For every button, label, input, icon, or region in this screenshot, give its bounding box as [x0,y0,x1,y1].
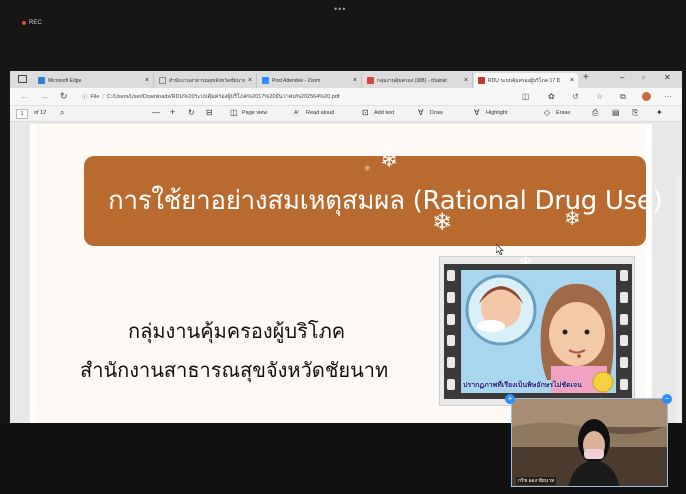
recording-indicator: REC [22,20,42,26]
add-text-button[interactable]: Add text [374,110,394,116]
save-as-icon[interactable]: ⎘ [632,108,638,118]
tab-label: กลุ่มงานคุ้มครอง (388) - chainat [377,77,447,84]
address-bar-row: ← → ↻ ⓘ File | C:/Users/User/Downloads/R… [10,88,682,106]
pin-icon[interactable]: ✦ [656,108,663,117]
pdf-page: ❄ ❄ ❄ ❄ การใช้ยาอย่างสมเหตุสมผล (Rationa… [30,124,663,423]
vertical-scrollbar[interactable] [676,177,681,423]
filmstrip: ปรากฏภาพที่เรียงเป็นพิษอักษรไม่ชัดเจน [444,264,632,399]
refresh-icon[interactable]: ↻ [60,91,68,102]
read-aloud-button[interactable]: Read aloud [306,110,334,116]
forward-icon[interactable]: → [40,91,49,101]
rotate-icon[interactable]: ↻ [188,108,195,117]
print-icon[interactable]: ⎙ [592,108,598,118]
collections-icon[interactable]: ⧉ [620,92,626,102]
cartoon-filmstrip-image: ❄ [439,253,635,406]
close-tab-icon[interactable]: × [353,77,357,84]
minimize-icon[interactable]: – [620,73,624,82]
address-field[interactable]: ⓘ File | C:/Users/User/Downloads/RDU%20ร… [82,91,512,103]
slide-title: การใช้ยาอย่างสมเหตุสมผล (Rational Drug U… [108,186,663,216]
self-video-feed [512,399,667,486]
refresh-page-icon[interactable]: ↺ [572,92,579,101]
tab-rdu-pdf[interactable]: RDU ระบบคุ้มครองผู้บริโภค 17 มี × [474,73,578,88]
film-holes-left [447,270,457,390]
maximize-icon[interactable]: ▫ [642,73,645,82]
zoom-window: REC ••• Microsoft Edge × สำนักงานสาธารณส… [0,0,686,494]
tab-zoom-post-attendee[interactable]: Post Attendee - Zoom × [258,73,362,88]
snowflake-icon: ❄ [380,148,399,173]
read-aloud-icon: A⁾ [294,110,300,116]
zoom-icon [262,77,269,84]
draw-button[interactable]: Draw [430,110,443,116]
edge-icon [38,77,45,84]
tab-microsoft-edge[interactable]: Microsoft Edge × [34,73,154,88]
zoom-top-bar: REC ••• [0,0,686,70]
url-text: C:/Users/User/Downloads/RDU%20ระบบคุ้มคร… [106,94,340,100]
recording-dot-icon [22,21,26,25]
back-icon[interactable]: ← [20,91,29,101]
profile-avatar[interactable] [642,92,651,101]
slide-subtitle-department: กลุ่มงานคุ้มครองผู้บริโภค [128,319,346,343]
info-icon: ⓘ [82,95,88,101]
cartoon-illustration: ปรากฏภาพที่เรียงเป็นพิษอักษรไม่ชัดเจน [461,270,616,393]
tab-label: RDU ระบบคุ้มครองผู้บริโภค 17 มี [488,77,560,84]
slide-subtitle-office: สำนักงานสาธารณสุขจังหวัดชัยนาท [80,358,389,382]
close-tab-icon[interactable]: × [145,77,149,84]
minimize-video-button[interactable]: − [662,394,672,404]
highlight-button[interactable]: Highlight [486,110,507,116]
new-tab-button[interactable]: + [583,72,589,83]
page-icon [159,77,166,84]
tab-label: Post Attendee - Zoom [272,77,321,84]
page-view-button[interactable]: Page view [242,110,267,116]
close-tab-icon[interactable]: × [570,77,574,84]
film-holes-right [620,270,630,390]
page-count: of 12 [34,110,47,116]
participant-name: กริช ลอง ชัยนาท [516,477,557,485]
draw-icon: ∀ [418,108,424,117]
tab-bar: Microsoft Edge × สำนักงานสาธารณสุขจังหวั… [10,71,682,88]
extensions-icon[interactable]: ✿ [548,92,555,101]
close-tab-icon[interactable]: × [464,77,468,84]
save-icon[interactable]: ▤ [612,108,620,117]
expand-video-button[interactable]: + [505,394,515,404]
image-caption: ปรากฏภาพที่เรียงเป็นพิษอักษรไม่ชัดเจน [463,382,582,389]
fit-page-icon[interactable]: ⊟ [206,108,213,117]
file-label: File [90,94,100,100]
pdf-toolbar: 1 of 12 ⌕ — + ↻ ⊟ ◫ Page view A⁾ Read al… [10,106,682,122]
search-icon[interactable]: ⌕ [60,108,64,118]
close-window-icon[interactable]: ✕ [664,73,671,82]
more-options-button[interactable]: ••• [334,4,346,14]
read-mode-icon[interactable]: ◫ [522,92,530,101]
zoom-in-icon[interactable]: + [170,107,175,117]
recording-label: REC [29,20,42,26]
snowflake-icon: ❄ [364,164,371,173]
window-menu-icon[interactable] [18,75,27,83]
favorites-icon[interactable]: ☆ [596,92,603,101]
gmail-icon [367,77,374,84]
pdf-viewer: ❄ ❄ ❄ ❄ การใช้ยาอย่างสมเหตุสมผล (Rationa… [10,122,682,423]
highlight-icon: ∀ [474,108,480,117]
mouse-cursor-icon [496,244,504,255]
erase-icon: ◇ [544,108,551,117]
cartoon-drawing [465,274,614,393]
pdf-icon [478,77,485,84]
zoom-out-icon[interactable]: — [152,108,160,117]
tab-label: สำนักงานสาธารณสุขจังหวัดชัยนาท [169,77,245,84]
separator: | [102,94,104,100]
shared-screen-browser: Microsoft Edge × สำนักงานสาธารณสุขจังหวั… [10,71,682,423]
title-banner: ❄ ❄ ❄ ❄ การใช้ยาอย่างสมเหตุสมผล (Rationa… [84,148,663,246]
tab-chainat-health-office[interactable]: สำนักงานสาธารณสุขจังหวัดชัยนาท × [155,73,257,88]
add-text-icon: ⊡ [362,108,369,117]
page-view-icon: ◫ [230,108,238,117]
erase-button[interactable]: Erase [556,110,570,116]
tab-gmail[interactable]: กลุ่มงานคุ้มครอง (388) - chainat × [363,73,473,88]
self-video-thumbnail[interactable]: กริช ลอง ชัยนาท [511,398,668,487]
tab-label: Microsoft Edge [48,77,82,84]
close-tab-icon[interactable]: × [248,77,252,84]
page-number-input[interactable]: 1 [16,109,28,119]
settings-more-icon[interactable]: ··· [664,92,672,101]
